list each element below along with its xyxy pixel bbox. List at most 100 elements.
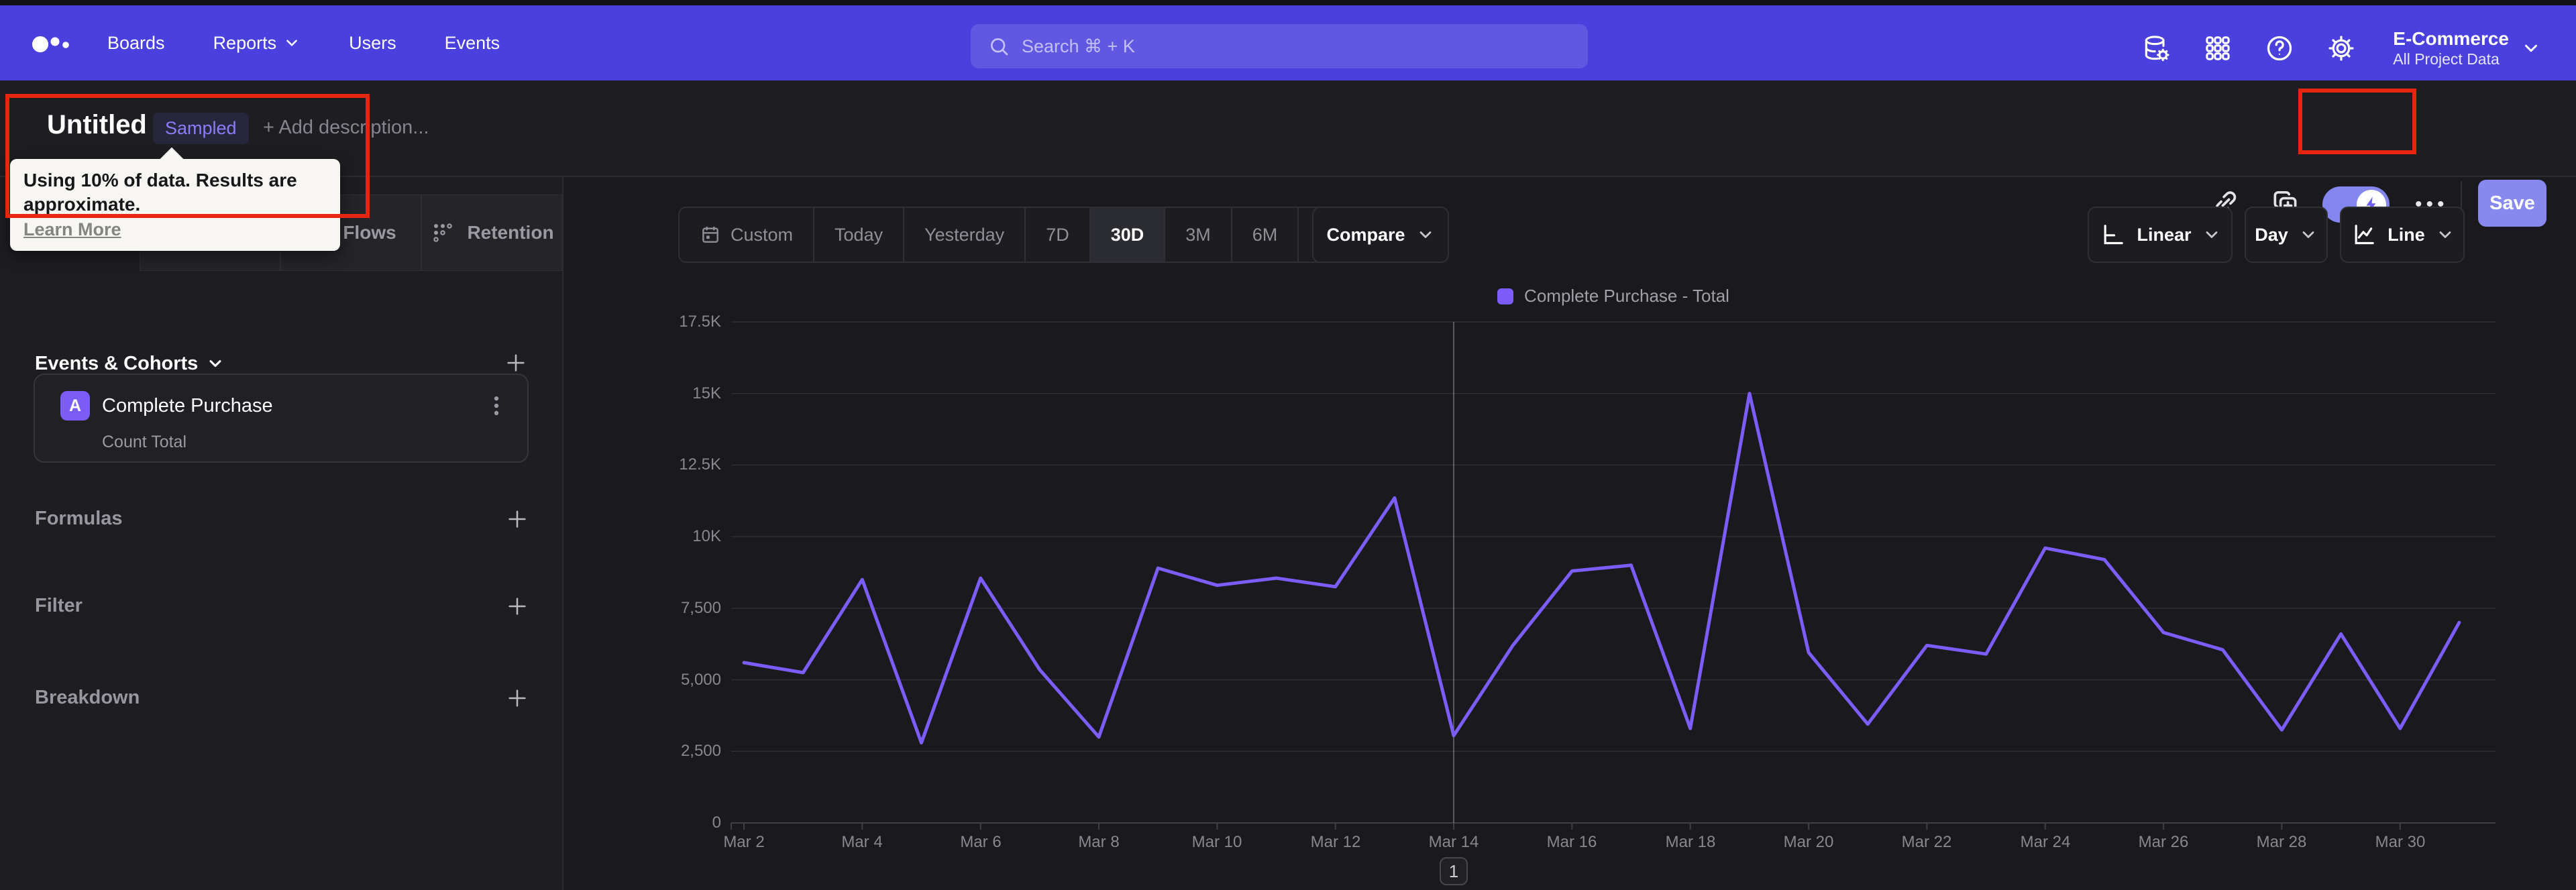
apps-grid-icon[interactable] [2202,33,2233,64]
nav-item-users[interactable]: Users [349,33,396,54]
y-axis-label: 5,000 [680,671,721,689]
range-3m[interactable]: 3M [1165,208,1232,262]
chevron-down-icon [1419,231,1431,238]
scale-dropdown[interactable]: Linear [2088,207,2233,263]
plus-icon [508,598,526,615]
builder-row-filter: Filter [0,590,564,627]
sampled-badge[interactable]: Sampled [153,113,249,144]
nav-item-label: Reports [213,32,277,53]
range-label: Yesterday [924,224,1005,245]
granularity-label: Day [2255,224,2288,245]
add-formulas-button[interactable] [500,502,534,536]
x-axis-label: Mar 14 [1428,833,1479,851]
compare-label: Compare [1326,224,1405,245]
range-7d[interactable]: 7D [1026,208,1091,262]
date-range-selector: CustomTodayYesterday7D30D3M6M12M [678,207,1376,263]
project-switcher[interactable]: E-Commerce All Project Data [2393,28,2541,68]
x-axis-label: Mar 2 [723,833,765,851]
chevron-down-icon [286,40,297,46]
settings-gear-icon[interactable] [2326,33,2357,64]
event-card-complete-purchase[interactable]: A Complete Purchase Count Total [34,374,529,463]
x-axis-label: Mar 18 [1665,833,1716,851]
y-axis-label: 0 [712,814,721,832]
linear-axis-icon [2104,225,2124,245]
x-axis-label: Mar 8 [1078,833,1120,851]
x-axis-label: Mar 30 [2375,833,2426,851]
report-title[interactable]: Untitled [47,110,147,140]
chart-type-label: Line [2387,224,2425,245]
scale-label: Linear [2137,224,2192,245]
tab-retention[interactable]: Retention [421,194,562,271]
x-axis-label: Mar 16 [1546,833,1597,851]
range-custom[interactable]: Custom [680,208,815,262]
builder-row-formulas: Formulas [0,502,564,540]
chevron-down-icon [2302,231,2314,238]
chevron-down-icon [2206,231,2217,238]
y-axis-label: 2,500 [680,742,721,760]
project-scope: All Project Data [2393,50,2500,68]
chart-canvas [731,321,2496,830]
x-axis-label: Mar 20 [1783,833,1834,851]
range-6m[interactable]: 6M [1232,208,1299,262]
y-axis-label: 7,500 [680,599,721,617]
data-management-icon[interactable] [2141,33,2171,64]
nav-item-reports[interactable]: Reports [213,33,301,54]
range-30d[interactable]: 30D [1090,208,1166,262]
line-chart[interactable]: 1 Mar 2 Mar 4 Mar 6 Mar 8 Mar 10 Mar 12 Mar 14… [564,295,2576,890]
range-label: 7D [1046,224,1069,245]
event-aggregation[interactable]: Count Total [102,433,186,452]
save-button[interactable]: Save [2478,180,2546,227]
nav-right-group: E-Commerce All Project Data [2141,11,2541,86]
line-chart-icon [2355,225,2374,245]
range-label: 30D [1110,224,1144,245]
y-axis-label: 12.5K [679,455,721,474]
learn-more-link[interactable]: Learn More [23,219,121,240]
range-label: Custom [731,224,794,245]
event-letter-badge: A [60,391,90,421]
x-axis-label: Mar 4 [841,833,883,851]
range-label: 6M [1252,224,1278,245]
builder-row-label: Filter [35,595,83,616]
retention-icon [433,223,453,242]
mixpanel-logo-icon[interactable] [30,28,76,58]
events-section-title: Events & Cohorts [35,352,199,374]
x-axis-label: Mar 26 [2138,833,2189,851]
y-axis-label: 10K [692,527,721,545]
nav-items: Boards Reports Users Events [107,33,500,54]
kebab-menu-icon [494,396,499,415]
add-description-field[interactable]: + Add description... [263,117,429,139]
window-top-strip [0,0,2576,5]
builder-row-label: Breakdown [35,687,140,708]
range-yesterday[interactable]: Yesterday [904,208,1026,262]
range-today[interactable]: Today [814,208,905,262]
top-navigation-bar: Boards Reports Users Events Search ⌘ + K [0,5,2576,80]
x-axis-label: Mar 24 [2020,833,2071,851]
nav-item-boards[interactable]: Boards [107,33,165,54]
chevron-down-icon [2439,231,2451,238]
chart-type-dropdown[interactable]: Line [2340,207,2465,263]
help-icon[interactable] [2264,33,2295,64]
compare-button[interactable]: Compare [1312,207,1449,263]
search-input[interactable]: Search ⌘ + K [971,24,1588,68]
granularity-dropdown[interactable]: Day [2245,207,2328,263]
add-filter-button[interactable] [500,590,534,623]
builder-row-label: Formulas [35,508,123,529]
event-options-button[interactable] [483,392,510,419]
nav-item-label: Users [349,32,396,53]
tab-label: Retention [467,222,554,243]
builder-row-breakdown: Breakdown [0,681,564,719]
tooltip-message: Using 10% of data. Results are approxima… [23,170,297,215]
x-axis-label: Mar 10 [1191,833,1242,851]
search-placeholder: Search ⌘ + K [1022,36,1135,56]
plus-icon [507,354,525,372]
add-breakdown-button[interactable] [500,681,534,715]
nav-item-events[interactable]: Events [445,33,500,54]
tab-label: Flows [343,222,396,243]
query-builder-sidebar: Insights Funnels Flows [0,177,564,890]
annotation-marker[interactable]: 1 [1440,857,1468,885]
sampling-tooltip: Using 10% of data. Results are approxima… [10,159,340,251]
calendar-icon [702,227,718,243]
project-name: E-Commerce [2393,28,2509,49]
report-header: Untitled Sampled + Add description... ••… [0,80,2576,227]
plus-icon [508,689,526,707]
